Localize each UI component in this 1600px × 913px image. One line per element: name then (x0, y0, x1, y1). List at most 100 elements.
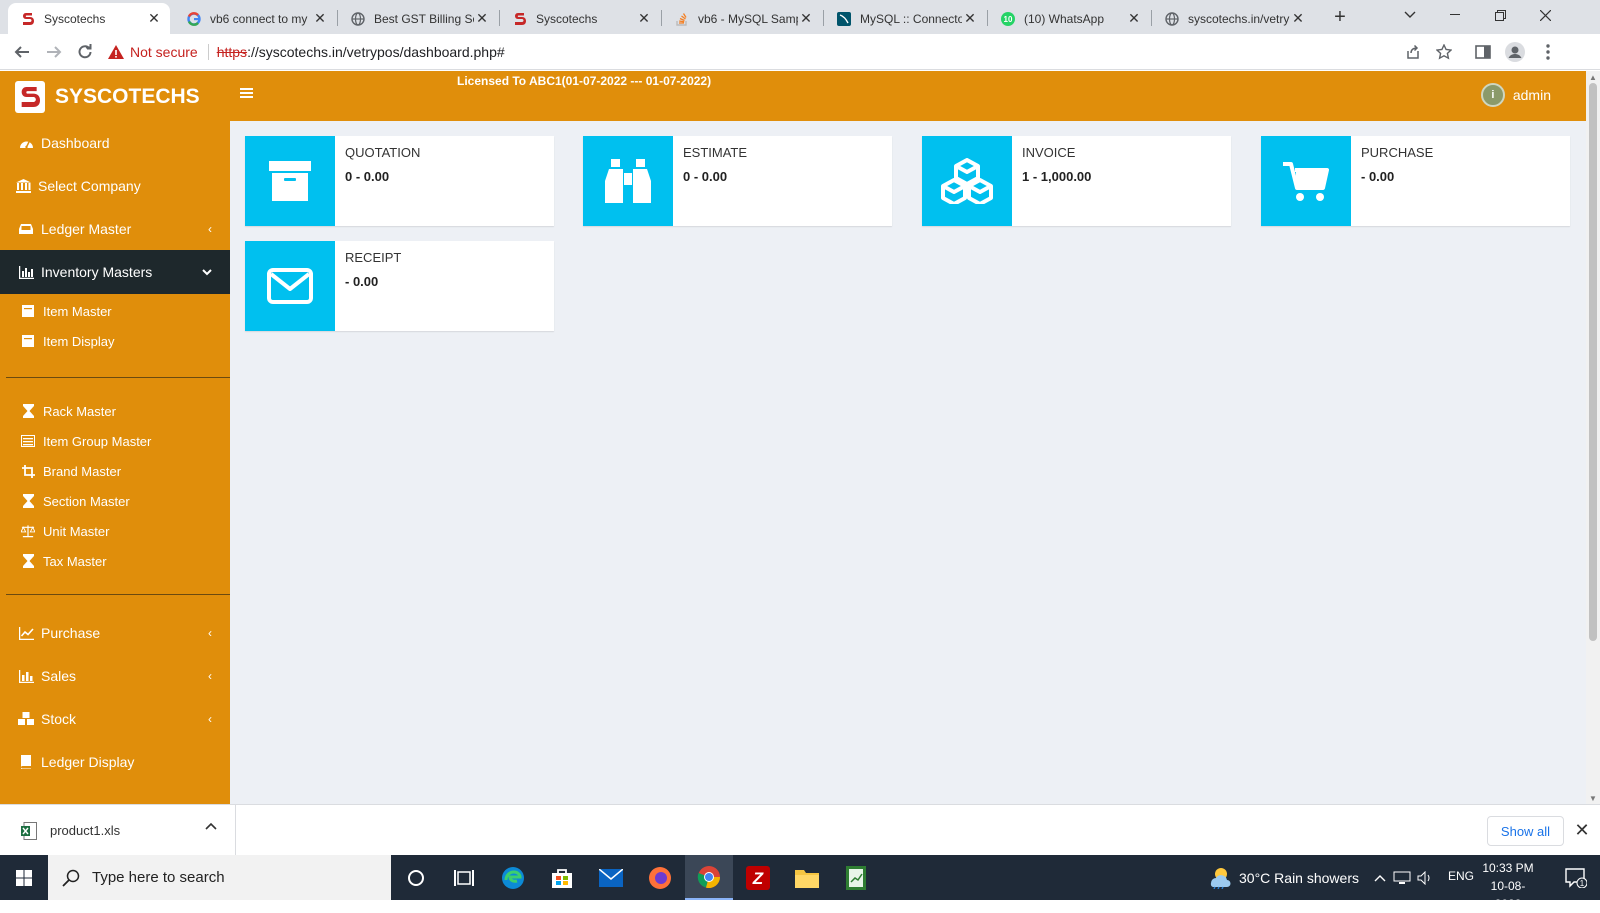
notepad-app-icon[interactable] (832, 855, 880, 900)
tab-syscotechs-vetry[interactable]: syscotechs.in/vetry ✕ (1152, 3, 1314, 34)
sidebar-item-label: Item Display (43, 333, 115, 349)
close-icon[interactable]: ✕ (1290, 10, 1306, 27)
rain-cloud-icon (1210, 867, 1231, 889)
downloads-bar: product1.xls Show all ✕ (0, 804, 1600, 856)
not-secure-indicator[interactable]: Not secure (108, 44, 198, 60)
weather-widget[interactable]: 30°C Rain showers (1207, 855, 1359, 900)
sidebar-subitem-item-master[interactable]: Item Master (0, 296, 230, 326)
tab-search-icon[interactable] (1388, 0, 1432, 30)
close-icon[interactable]: ✕ (312, 10, 328, 27)
sidebar-item-ledger-master[interactable]: Ledger Master ‹ (0, 207, 230, 251)
close-icon[interactable]: ✕ (636, 10, 652, 27)
task-view-icon[interactable] (440, 855, 488, 900)
sidebar-item-label: Brand Master (43, 463, 122, 479)
tab-whatsapp[interactable]: 10 (10) WhatsApp ✕ (988, 3, 1150, 34)
scroll-up-icon[interactable]: ▲ (1586, 71, 1600, 83)
profile-icon[interactable] (1503, 40, 1527, 64)
app-header: SYSCOTECHS Licensed To ABC1(01-07-2022 -… (0, 71, 1586, 121)
sidebar-subitem-item-display[interactable]: Item Display (0, 326, 230, 356)
download-file-name: product1.xls (50, 823, 121, 838)
user-menu[interactable]: i admin (1480, 83, 1551, 107)
close-icon[interactable]: ✕ (146, 10, 162, 27)
notifications-icon[interactable]: 1 (1552, 855, 1600, 900)
filezilla-icon[interactable]: Z (734, 855, 782, 900)
sidebar-subitem-tax-master[interactable]: Tax Master (0, 546, 230, 576)
tab-title: MySQL :: Connecto (860, 11, 962, 26)
network-icon[interactable] (1390, 855, 1414, 900)
chevron-up-icon[interactable] (205, 822, 219, 836)
restore-button[interactable] (1478, 0, 1522, 30)
tab-title: Best GST Billing So (374, 11, 474, 26)
sidebar-subitem-item-group-master[interactable]: Item Group Master (0, 426, 230, 456)
new-tab-button[interactable]: + (1318, 2, 1362, 32)
cortana-icon[interactable] (392, 855, 440, 900)
sidebar-item-dashboard[interactable]: Dashboard (0, 121, 230, 165)
address-bar[interactable]: Not secure https://syscotechs.in/vetrypo… (108, 39, 1600, 65)
sidebar-item-inventory-masters[interactable]: Inventory Masters (0, 250, 230, 294)
language-indicator[interactable]: ENG (1448, 869, 1474, 883)
web-app: SYSCOTECHS Licensed To ABC1(01-07-2022 -… (0, 71, 1586, 804)
sidebar-subitem-section-master[interactable]: Section Master (0, 486, 230, 516)
firefox-icon[interactable] (636, 855, 684, 900)
sidebar-item-label: Rack Master (43, 403, 116, 419)
download-item[interactable]: product1.xls (20, 805, 236, 856)
taskbar-search[interactable]: Type here to search (48, 855, 391, 900)
sidebar-subitem-rack-master[interactable]: Rack Master (0, 396, 230, 426)
bookmark-star-icon[interactable] (1432, 40, 1456, 64)
reload-button[interactable] (73, 40, 97, 64)
close-window-button[interactable] (1523, 0, 1567, 30)
menu-kebab-icon[interactable] (1536, 40, 1560, 64)
page-scrollbar[interactable]: ▲ ▼ (1586, 71, 1600, 804)
info-box-quotation[interactable]: QUOTATION 0 - 0.00 (245, 136, 554, 226)
sidebar-item-sales[interactable]: Sales ‹ (0, 654, 230, 698)
info-box-value: 0 - 0.00 (683, 169, 728, 184)
user-name: admin (1512, 87, 1551, 103)
show-all-button[interactable]: Show all (1487, 816, 1564, 846)
info-box-estimate[interactable]: ESTIMATE 0 - 0.00 (583, 136, 892, 226)
sidebar-item-label: Item Group Master (43, 433, 152, 449)
license-info: Licensed To ABC1(01-07-2022 --- 01-07-20… (457, 74, 712, 88)
info-box-value: - 0.00 (1361, 169, 1395, 184)
tab-vb6-connect[interactable]: vb6 connect to my ✕ (174, 3, 336, 34)
mail-icon[interactable] (587, 855, 635, 900)
info-box-invoice[interactable]: INVOICE 1 - 1,000.00 (922, 136, 1231, 226)
sidebar-item-ledger-display[interactable]: Ledger Display (0, 740, 230, 784)
sidebar-item-purchase[interactable]: Purchase ‹ (0, 611, 230, 655)
close-icon[interactable]: ✕ (1126, 10, 1142, 27)
clock[interactable]: 10:33 PM 10-08-2022 (1478, 859, 1538, 913)
sidebar-subitem-brand-master[interactable]: Brand Master (0, 456, 230, 486)
tray-overflow-icon[interactable] (1370, 855, 1390, 900)
sidebar-item-select-company[interactable]: Select Company (0, 164, 230, 208)
chrome-icon[interactable] (685, 855, 733, 900)
windows-start-icon[interactable] (0, 855, 48, 900)
forward-button[interactable] (42, 40, 66, 64)
close-icon[interactable]: ✕ (798, 10, 814, 27)
sidebar-subitem-unit-master[interactable]: Unit Master (0, 516, 230, 546)
share-icon[interactable] (1401, 40, 1425, 64)
tab-syscotechs[interactable]: Syscotechs ✕ (8, 3, 170, 34)
minimize-button[interactable] (1433, 0, 1477, 30)
sidebar-item-label: Sales (41, 668, 77, 684)
bank-icon (15, 178, 31, 194)
tab-mysql-connector[interactable]: MySQL :: Connecto ✕ (824, 3, 986, 34)
sidebar-item-stock[interactable]: Stock ‹ (0, 697, 230, 741)
edge-icon[interactable] (489, 855, 537, 900)
file-explorer-icon[interactable] (783, 855, 831, 900)
sidebar-toggle-icon[interactable] (240, 87, 256, 101)
tab-vb6-mysql[interactable]: vb6 - MySQL Samp ✕ (662, 3, 822, 34)
brand-logo[interactable]: SYSCOTECHS (15, 81, 200, 113)
close-icon[interactable]: ✕ (962, 10, 978, 27)
tab-gst-billing[interactable]: Best GST Billing So ✕ (338, 3, 498, 34)
side-panel-icon[interactable] (1471, 40, 1495, 64)
volume-icon[interactable] (1414, 855, 1436, 900)
scroll-down-icon[interactable]: ▼ (1586, 792, 1600, 804)
tab-syscotechs-2[interactable]: Syscotechs ✕ (500, 3, 660, 34)
url-protocol: https (216, 44, 248, 60)
info-box-purchase[interactable]: PURCHASE - 0.00 (1261, 136, 1570, 226)
back-button[interactable] (10, 40, 34, 64)
info-box-receipt[interactable]: RECEIPT - 0.00 (245, 241, 554, 331)
close-icon[interactable]: ✕ (474, 10, 490, 27)
scrollbar-thumb[interactable] (1589, 83, 1597, 641)
close-icon[interactable]: ✕ (1572, 820, 1592, 840)
store-icon[interactable] (538, 855, 586, 900)
